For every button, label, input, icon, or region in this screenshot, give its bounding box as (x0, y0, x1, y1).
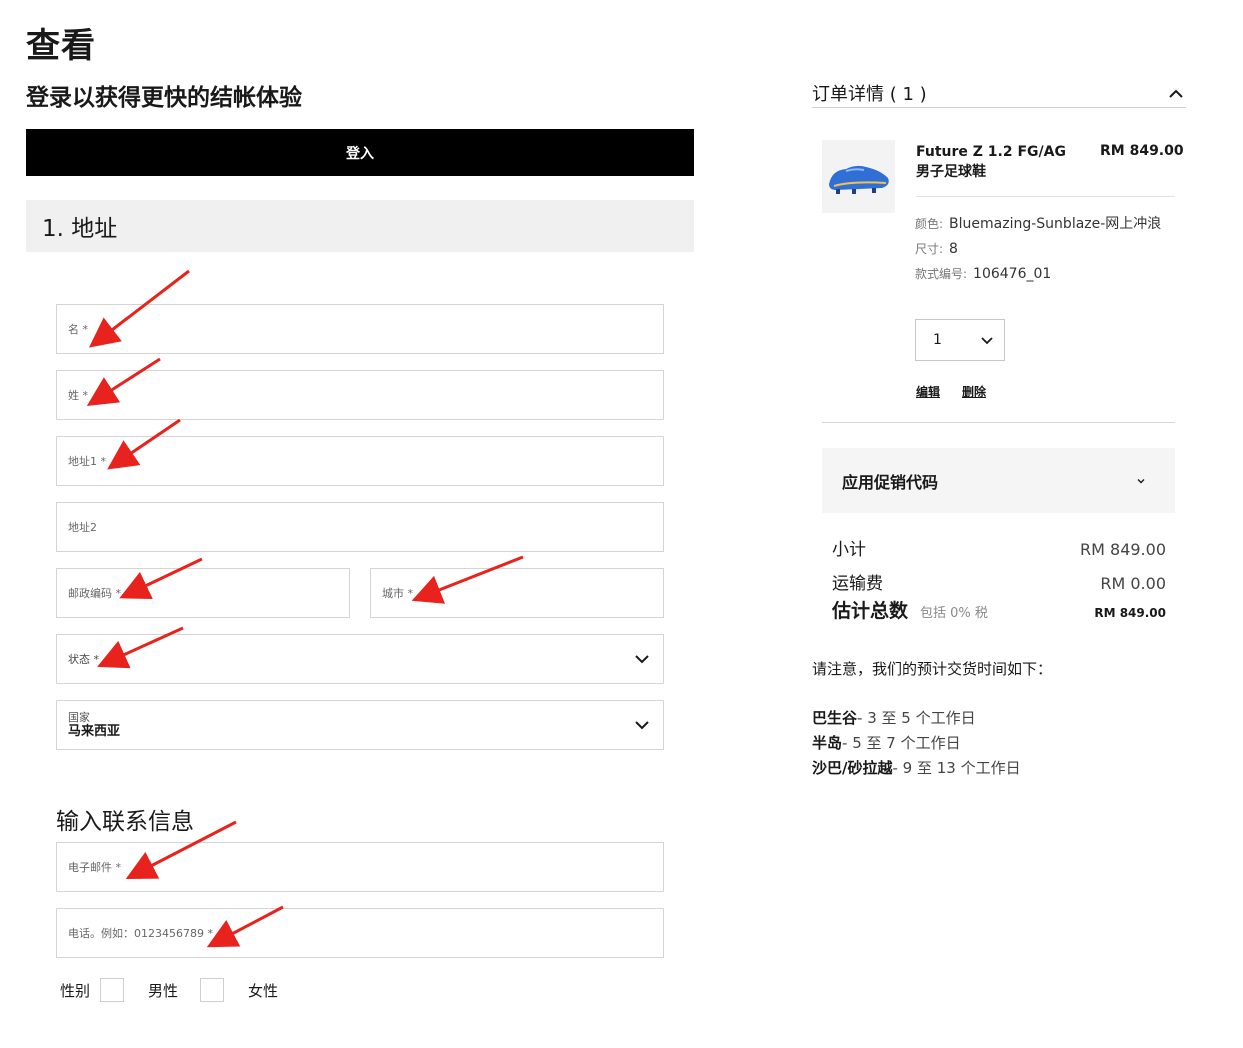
gender-row: 性别 男性 女性 (60, 978, 278, 1002)
address1-label: 地址1 * (68, 455, 106, 468)
product-name-line1: Future Z 1.2 FG/AG (916, 144, 1066, 160)
delivery-region: 沙巴/砂拉越 (812, 759, 893, 777)
order-details-header[interactable]: 订单详情 ( 1 ) (812, 80, 1186, 108)
delivery-time: - 5 至 7 个工作日 (842, 734, 961, 752)
address-section-header: 1. 地址 (26, 200, 694, 252)
chevron-down-icon (635, 655, 649, 664)
address2-field[interactable]: 地址2 (56, 502, 664, 552)
delivery-time: - 3 至 5 个工作日 (857, 709, 976, 727)
delivery-list: 巴生谷- 3 至 5 个工作日 半岛- 5 至 7 个工作日 沙巴/砂拉越- 9… (812, 706, 1021, 781)
color-attribute: 颜色: Bluemazing-Sunblaze-网上冲浪 (915, 212, 1177, 237)
quantity-value: 1 (933, 332, 942, 348)
delivery-region: 巴生谷 (812, 709, 858, 727)
gender-label: 性别 (60, 981, 91, 1000)
size-attribute: 尺寸: 8 (915, 237, 1177, 262)
shipping-label: 运输费 (832, 574, 883, 594)
promo-code-toggle[interactable]: 应用促销代码 (822, 448, 1175, 513)
total-row: 估计总数 包括 0% 税 RM 849.00 (832, 596, 1166, 623)
product-name-line2: 男子足球鞋 (916, 164, 986, 180)
chevron-up-icon[interactable] (1168, 86, 1184, 102)
delivery-item: 半岛- 5 至 7 个工作日 (812, 731, 1021, 756)
style-attribute: 款式编号: 106476_01 (915, 262, 1177, 287)
total-value: RM 849.00 (1094, 606, 1166, 620)
last-name-field[interactable]: 姓 * (56, 370, 664, 420)
address2-label: 地址2 (68, 521, 97, 534)
shoe-icon (829, 165, 889, 194)
female-checkbox[interactable] (200, 978, 225, 1002)
first-name-label: 名 * (68, 323, 88, 336)
order-details-title: 订单详情 ( 1 ) (812, 84, 927, 105)
country-select[interactable]: 国家 马来西亚 (56, 700, 664, 750)
male-label: 男性 (148, 981, 179, 1000)
phone-field[interactable]: 电话。例如：0123456789 * (56, 908, 664, 958)
delivery-note: 请注意，我们的预计交货时间如下： (812, 660, 1053, 678)
size-value: 8 (949, 241, 958, 257)
edit-link[interactable]: 编辑 (916, 383, 940, 400)
size-key: 尺寸: (915, 242, 944, 256)
product-attributes: 颜色: Bluemazing-Sunblaze-网上冲浪 尺寸: 8 款式编号: 10… (915, 212, 1177, 287)
last-name-label: 姓 * (68, 389, 88, 402)
login-button[interactable]: 登入 (26, 129, 694, 176)
shipping-value: RM 0.00 (1100, 574, 1166, 593)
style-key: 款式编号: (915, 267, 968, 281)
subtotal-label: 小计 (832, 540, 866, 560)
delivery-time: - 9 至 13 个工作日 (892, 759, 1021, 777)
chevron-down-icon (981, 337, 993, 345)
product-image[interactable] (822, 140, 895, 213)
chevron-down-icon (1137, 479, 1145, 484)
delete-link[interactable]: 删除 (962, 383, 986, 400)
color-key: 颜色: (915, 217, 944, 231)
order-divider (822, 422, 1175, 423)
postcode-label: 邮政编码 * (68, 587, 121, 600)
shipping-row: 运输费 RM 0.00 (832, 569, 1166, 594)
phone-label: 电话。例如：0123456789 * (68, 927, 213, 940)
country-label: 国家 (68, 710, 90, 724)
state-label: 状态 * (68, 653, 99, 666)
state-select[interactable]: 状态 * (56, 634, 664, 684)
postcode-field[interactable]: 邮政编码 * (56, 568, 350, 618)
delivery-region: 半岛 (812, 734, 843, 752)
product-price: RM 849.00 (1100, 143, 1184, 159)
subtotal-value: RM 849.00 (1080, 540, 1166, 559)
quantity-select[interactable]: 1 (915, 319, 1005, 361)
color-value: Bluemazing-Sunblaze-网上冲浪 (949, 216, 1162, 232)
email-label: 电子邮件 * (68, 861, 121, 874)
delivery-item: 巴生谷- 3 至 5 个工作日 (812, 706, 1021, 731)
product-divider (916, 196, 1175, 197)
delivery-item: 沙巴/砂拉越- 9 至 13 个工作日 (812, 756, 1021, 781)
chevron-down-icon (635, 721, 649, 730)
total-label: 估计总数 (832, 600, 909, 622)
contact-heading: 输入联系信息 (56, 809, 194, 835)
female-label: 女性 (248, 981, 279, 1000)
total-tax-note: 包括 0% 税 (920, 606, 988, 621)
city-field[interactable]: 城市 * (370, 568, 664, 618)
male-checkbox[interactable] (100, 978, 125, 1002)
style-value: 106476_01 (973, 266, 1052, 282)
email-field[interactable]: 电子邮件 * (56, 842, 664, 892)
city-label: 城市 * (382, 587, 413, 600)
login-heading: 登录以获得更快的结帐体验 (26, 85, 302, 111)
first-name-field[interactable]: 名 * (56, 304, 664, 354)
subtotal-row: 小计 RM 849.00 (832, 535, 1166, 560)
address1-field[interactable]: 地址1 * (56, 436, 664, 486)
product-name[interactable]: Future Z 1.2 FG/AG 男子足球鞋 (916, 142, 1086, 182)
country-value: 马来西亚 (68, 723, 121, 739)
promo-code-label: 应用促销代码 (842, 472, 939, 492)
page-title: 查看 (26, 26, 96, 66)
